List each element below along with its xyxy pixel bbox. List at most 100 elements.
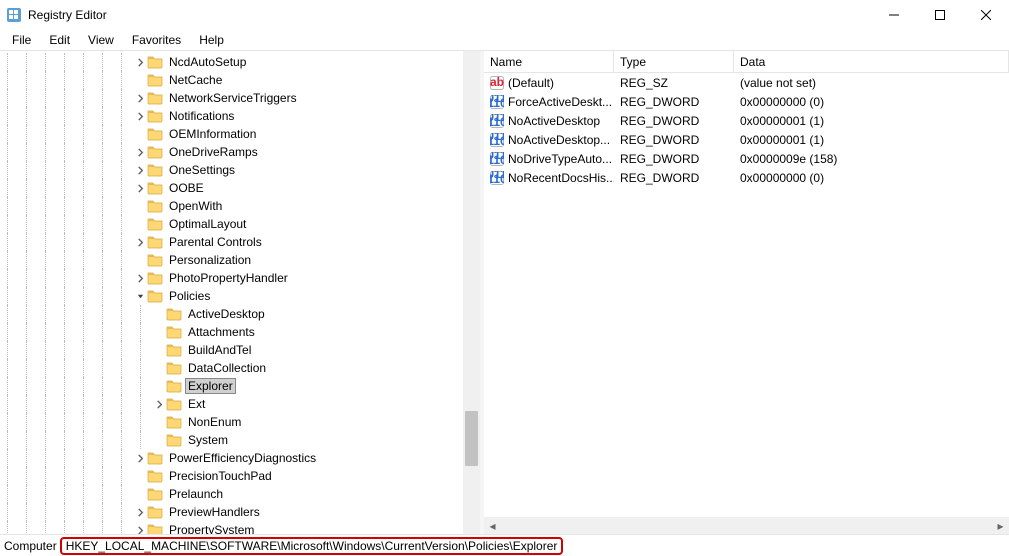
tree-node[interactable]: Ext (0, 395, 480, 413)
chevron-right-icon[interactable] (133, 163, 147, 177)
tree-node[interactable]: System (0, 431, 480, 449)
expander-none (152, 307, 166, 321)
tree-node-label[interactable]: System (185, 432, 231, 448)
tree-node-label[interactable]: Ext (185, 396, 208, 412)
value-type: REG_SZ (614, 76, 734, 90)
menu-view[interactable]: View (80, 31, 122, 49)
tree-node-label[interactable]: BuildAndTel (185, 342, 254, 358)
tree-node-label[interactable]: NonEnum (185, 414, 244, 430)
scroll-left-icon[interactable]: ◂ (484, 517, 501, 534)
workspace: NcdAutoSetup NetCache NetworkServiceTrigge… (0, 51, 1009, 534)
tree-node-label[interactable]: OneDriveRamps (166, 144, 261, 160)
tree-node[interactable]: OEMInformation (0, 125, 480, 143)
tree-node[interactable]: OptimalLayout (0, 215, 480, 233)
tree-node-label[interactable]: Personalization (166, 252, 254, 268)
column-header-type[interactable]: Type (614, 51, 734, 72)
tree-scrollbar[interactable] (463, 51, 480, 534)
value-row[interactable]: NoRecentDocsHis...REG_DWORD0x00000000 (0… (484, 168, 1009, 187)
column-header-name[interactable]: Name (484, 51, 614, 72)
tree-node-label[interactable]: PrecisionTouchPad (166, 468, 275, 484)
tree-node[interactable]: PropertySystem (0, 521, 480, 534)
chevron-right-icon[interactable] (133, 451, 147, 465)
tree-node[interactable]: Attachments (0, 323, 480, 341)
tree-node-label[interactable]: Policies (166, 288, 213, 304)
tree-node[interactable]: Policies (0, 287, 480, 305)
value-row[interactable]: NoActiveDesktop...REG_DWORD0x00000001 (1… (484, 130, 1009, 149)
tree-node[interactable]: NonEnum (0, 413, 480, 431)
tree-node[interactable]: NcdAutoSetup (0, 53, 480, 71)
tree-node-label[interactable]: OneSettings (166, 162, 238, 178)
tree-node[interactable]: DataCollection (0, 359, 480, 377)
chevron-right-icon[interactable] (133, 271, 147, 285)
menu-file[interactable]: File (4, 31, 39, 49)
close-button[interactable] (963, 0, 1009, 30)
value-data: 0x00000001 (1) (734, 133, 1009, 147)
tree-node-label[interactable]: Notifications (166, 108, 237, 124)
tree-node-label[interactable]: OpenWith (166, 198, 225, 214)
menu-help[interactable]: Help (191, 31, 232, 49)
tree-node[interactable]: ActiveDesktop (0, 305, 480, 323)
tree-node[interactable]: Prelaunch (0, 485, 480, 503)
tree-node-label[interactable]: PowerEfficiencyDiagnostics (166, 450, 319, 466)
chevron-right-icon[interactable] (133, 145, 147, 159)
tree-node[interactable]: PhotoPropertyHandler (0, 269, 480, 287)
chevron-right-icon[interactable] (133, 109, 147, 123)
menu-edit[interactable]: Edit (41, 31, 78, 49)
tree-node[interactable]: Notifications (0, 107, 480, 125)
tree-node[interactable]: Parental Controls (0, 233, 480, 251)
tree-node[interactable]: PowerEfficiencyDiagnostics (0, 449, 480, 467)
tree-node-label[interactable]: OOBE (166, 180, 207, 196)
value-row[interactable]: ForceActiveDeskt...REG_DWORD0x00000000 (… (484, 92, 1009, 111)
folder-icon (166, 432, 182, 448)
tree-pane[interactable]: NcdAutoSetup NetCache NetworkServiceTrigge… (0, 51, 480, 534)
menu-favorites[interactable]: Favorites (124, 31, 189, 49)
tree-node-label[interactable]: OEMInformation (166, 126, 259, 142)
minimize-button[interactable] (871, 0, 917, 30)
value-row[interactable]: NoActiveDesktopREG_DWORD0x00000001 (1) (484, 111, 1009, 130)
chevron-right-icon[interactable] (152, 397, 166, 411)
tree-node[interactable]: OOBE (0, 179, 480, 197)
tree-node-label[interactable]: Attachments (185, 324, 258, 340)
tree-node-label[interactable]: Prelaunch (166, 486, 226, 502)
registry-path: HKEY_LOCAL_MACHINE\SOFTWARE\Microsoft\Wi… (60, 537, 564, 555)
expander-none (152, 361, 166, 375)
tree-node-label[interactable]: PhotoPropertyHandler (166, 270, 291, 286)
tree-node-label[interactable]: Parental Controls (166, 234, 265, 250)
chevron-down-icon[interactable] (133, 289, 147, 303)
values-hscrollbar[interactable]: ◂ ▸ (484, 517, 1009, 534)
chevron-right-icon[interactable] (133, 55, 147, 69)
chevron-right-icon[interactable] (133, 523, 147, 534)
reg-binary-icon (490, 171, 504, 185)
values-list[interactable]: (Default)REG_SZ(value not set)ForceActiv… (484, 73, 1009, 517)
tree-node-label[interactable]: DataCollection (185, 360, 269, 376)
folder-icon (166, 414, 182, 430)
tree-node-label[interactable]: NcdAutoSetup (166, 54, 249, 70)
tree-node-label[interactable]: NetworkServiceTriggers (166, 90, 300, 106)
tree-node[interactable]: NetworkServiceTriggers (0, 89, 480, 107)
scrollbar-thumb[interactable] (465, 411, 478, 466)
tree-node[interactable]: Personalization (0, 251, 480, 269)
tree-node[interactable]: OneDriveRamps (0, 143, 480, 161)
tree-node-label[interactable]: NetCache (166, 72, 225, 88)
chevron-right-icon[interactable] (133, 505, 147, 519)
tree-node[interactable]: OpenWith (0, 197, 480, 215)
tree-node-label[interactable]: ActiveDesktop (185, 306, 268, 322)
tree-node[interactable]: PreviewHandlers (0, 503, 480, 521)
tree-node[interactable]: Explorer (0, 377, 480, 395)
tree-node[interactable]: OneSettings (0, 161, 480, 179)
tree-node-label[interactable]: Explorer (185, 378, 236, 394)
tree-node[interactable]: PrecisionTouchPad (0, 467, 480, 485)
tree-node-label[interactable]: PropertySystem (166, 522, 257, 534)
column-header-data[interactable]: Data (734, 51, 1009, 72)
chevron-right-icon[interactable] (133, 181, 147, 195)
tree-node[interactable]: BuildAndTel (0, 341, 480, 359)
tree-node-label[interactable]: OptimalLayout (166, 216, 249, 232)
maximize-button[interactable] (917, 0, 963, 30)
chevron-right-icon[interactable] (133, 91, 147, 105)
value-row[interactable]: NoDriveTypeAuto...REG_DWORD0x0000009e (1… (484, 149, 1009, 168)
value-row[interactable]: (Default)REG_SZ(value not set) (484, 73, 1009, 92)
scroll-right-icon[interactable]: ▸ (992, 517, 1009, 534)
tree-node-label[interactable]: PreviewHandlers (166, 504, 263, 520)
chevron-right-icon[interactable] (133, 235, 147, 249)
tree-node[interactable]: NetCache (0, 71, 480, 89)
